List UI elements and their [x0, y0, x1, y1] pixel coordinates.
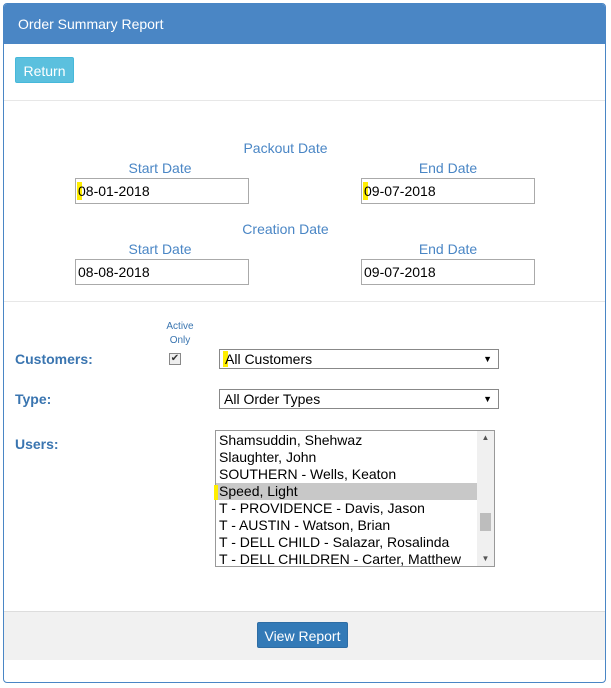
active-only-label: Active Only	[166, 321, 194, 346]
customers-label: Customers:	[15, 351, 93, 367]
creation-date-heading: Creation Date	[242, 221, 329, 237]
creation-end-date-input[interactable]: 09-07-2018	[361, 259, 535, 285]
creation-end-label: End Date	[418, 241, 478, 257]
scrollbar-thumb[interactable]	[480, 513, 491, 531]
scroll-up-icon[interactable]: ▲	[477, 431, 494, 445]
chevron-down-icon: ▼	[483, 394, 492, 404]
active-only-checkbox[interactable]: ✔	[169, 353, 181, 365]
divider	[4, 301, 605, 302]
users-label: Users:	[15, 436, 59, 452]
list-item[interactable]: T - DELL CHILDREN - Carter, Matthew	[216, 551, 478, 566]
creation-start-date-input[interactable]: 08-08-2018	[75, 259, 249, 285]
list-item[interactable]: T - AUSTIN - Watson, Brian	[216, 517, 478, 534]
cursor-highlight	[214, 485, 218, 500]
creation-start-label: Start Date	[128, 241, 192, 257]
list-item[interactable]: SOUTHERN - Wells, Keaton	[216, 466, 478, 483]
customers-select[interactable]: All Customers ▼	[219, 349, 499, 369]
list-item[interactable]: T - PROVIDENCE - Davis, Jason	[216, 500, 478, 517]
report-panel: Order Summary Report	[3, 3, 606, 683]
listbox-scrollbar[interactable]: ▲ ▼	[477, 431, 494, 566]
list-item[interactable]: Shamsuddin, Shehwaz	[216, 432, 478, 449]
packout-end-date-input[interactable]: 09-07-2018	[361, 178, 535, 204]
packout-date-heading: Packout Date	[243, 140, 328, 156]
type-label: Type:	[15, 391, 52, 407]
chevron-down-icon: ▼	[483, 354, 492, 364]
type-select[interactable]: All Order Types ▼	[219, 389, 499, 409]
scroll-down-icon[interactable]: ▼	[477, 552, 494, 566]
packout-start-label: Start Date	[128, 160, 192, 176]
packout-start-date-input[interactable]: 08-01-2018	[75, 178, 249, 204]
users-listbox[interactable]: Shamsuddin, Shehwaz Slaughter, John SOUT…	[215, 430, 495, 567]
list-item-selected[interactable]: Speed, Light	[216, 483, 478, 500]
divider	[4, 100, 605, 101]
view-report-button[interactable]: View Report	[257, 622, 348, 648]
panel-title: Order Summary Report	[4, 4, 605, 44]
list-item[interactable]: T - DELL CHILD - Salazar, Rosalinda	[216, 534, 478, 551]
packout-end-label: End Date	[418, 160, 478, 176]
return-button[interactable]: Return	[15, 57, 74, 83]
list-item[interactable]: Slaughter, John	[216, 449, 478, 466]
